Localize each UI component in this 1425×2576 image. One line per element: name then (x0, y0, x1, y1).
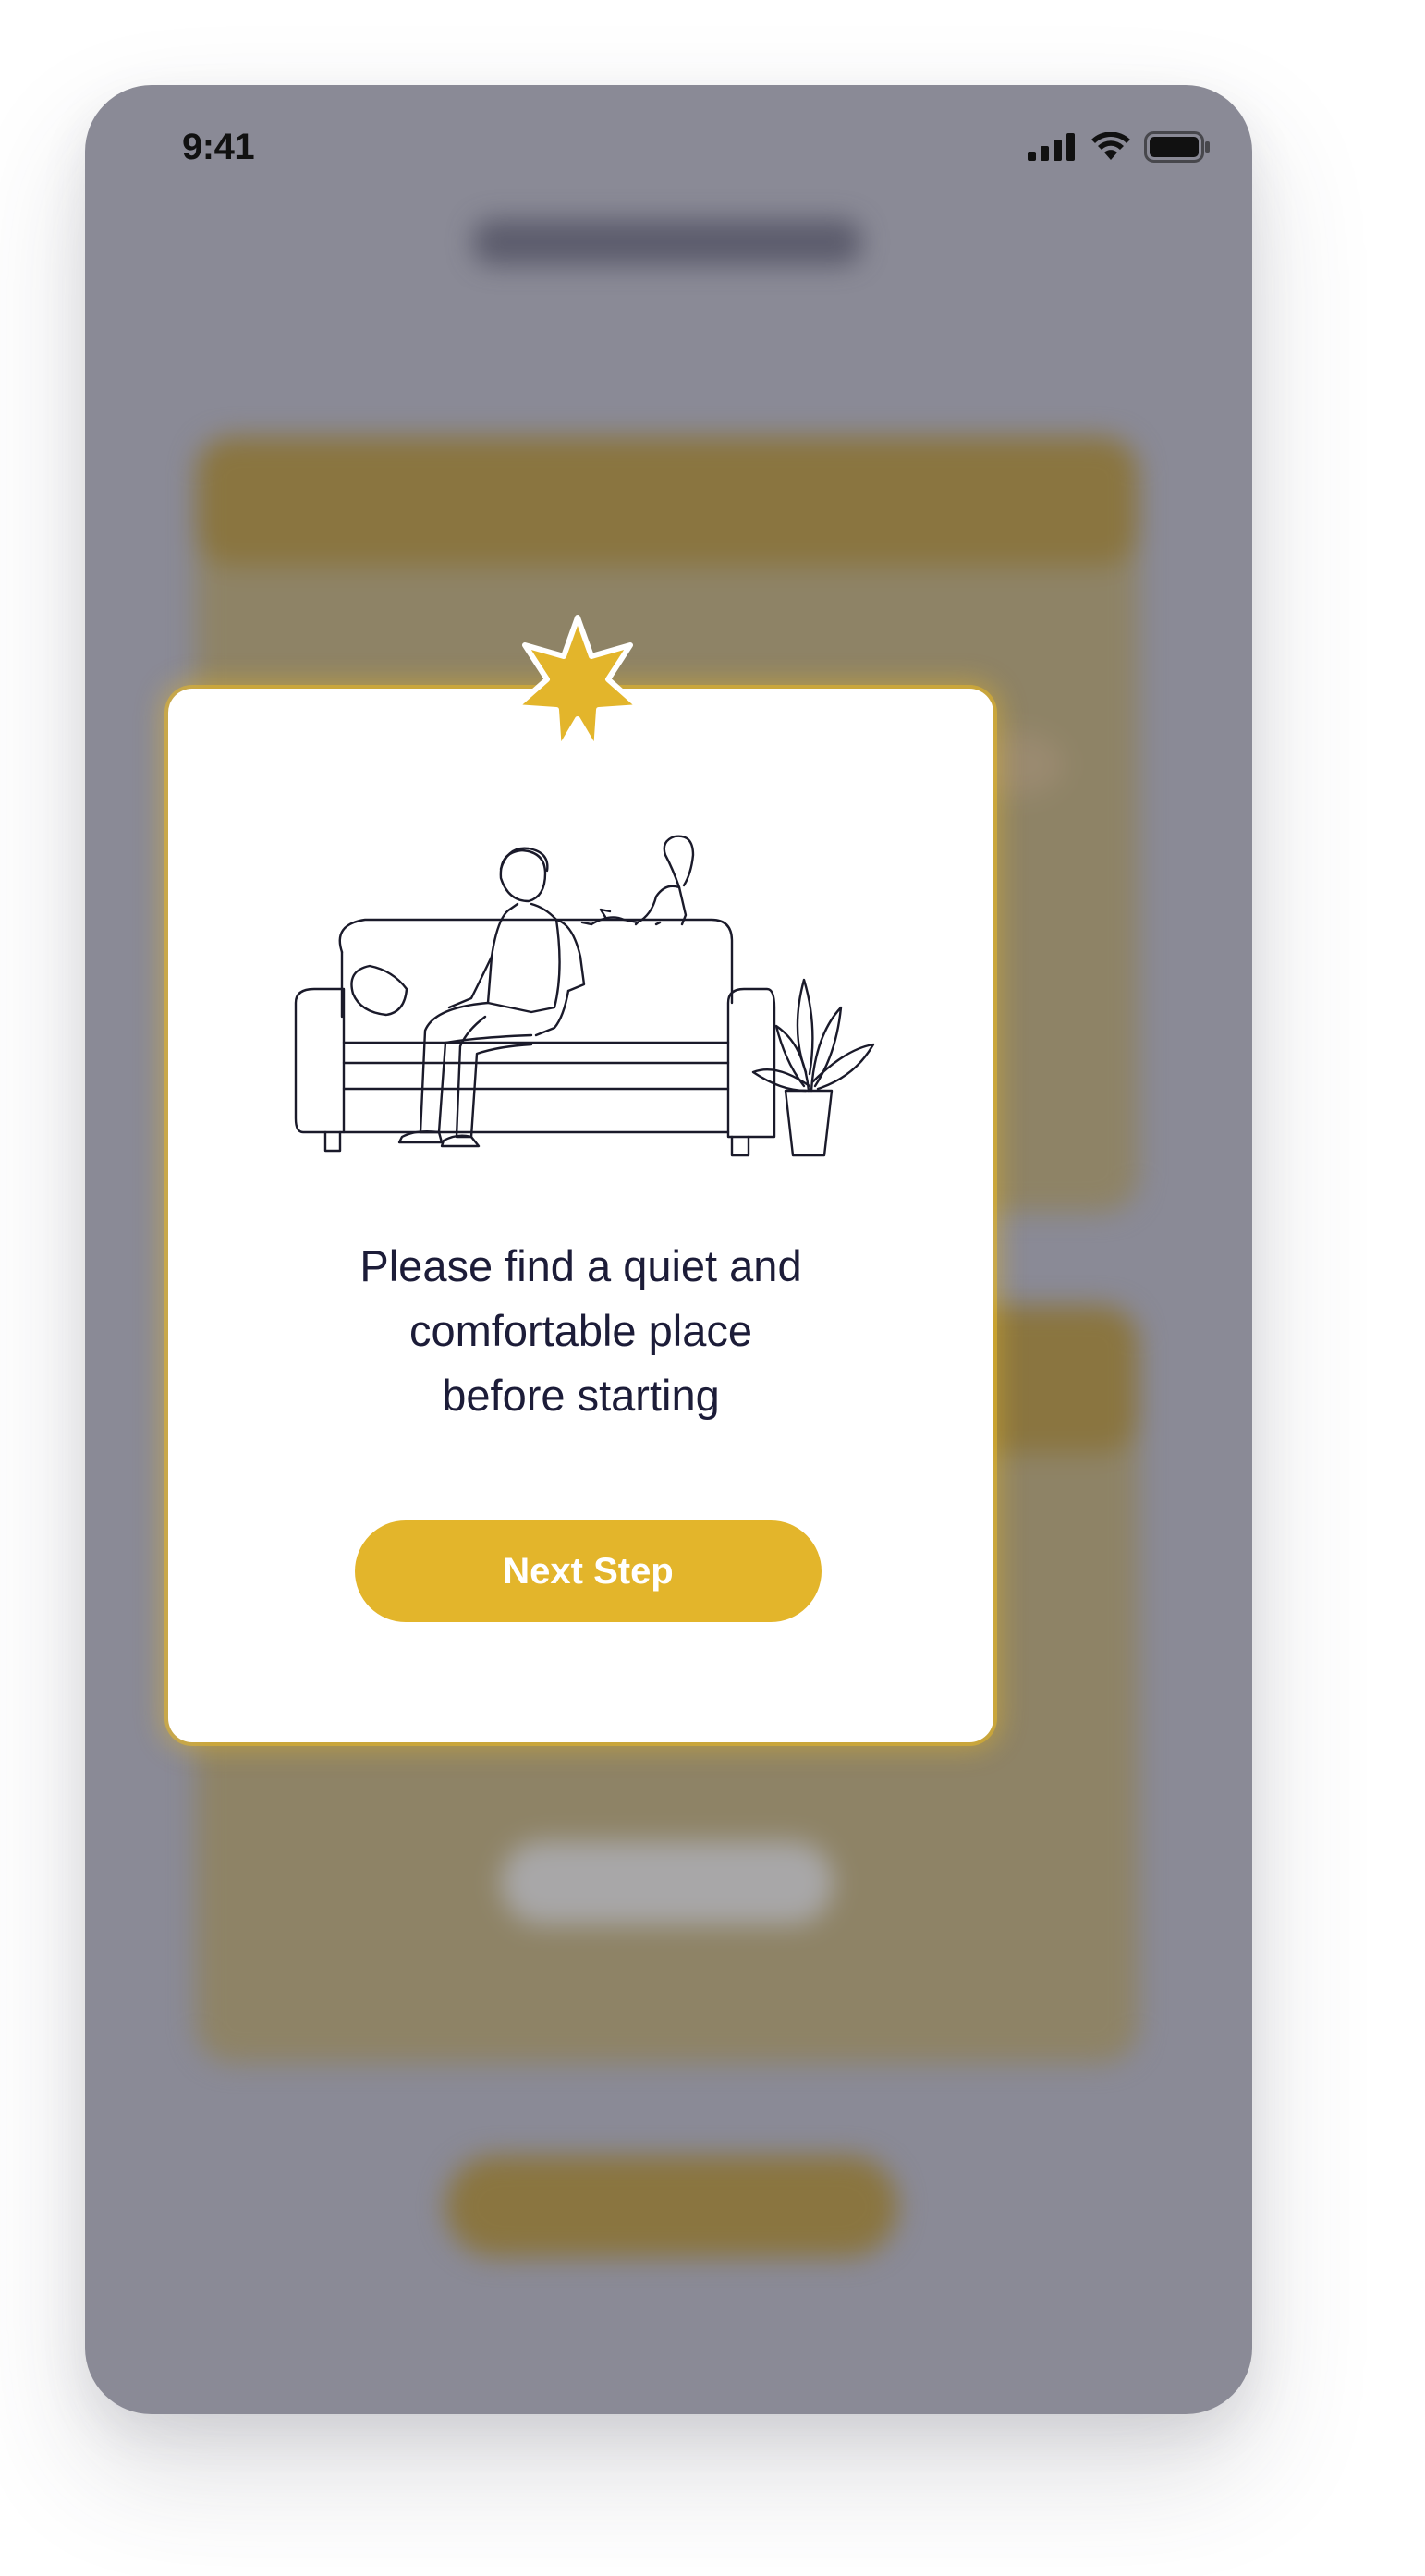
battery-icon (1144, 131, 1210, 163)
status-time: 9:41 (182, 127, 255, 167)
blurred-card-header (196, 436, 1139, 566)
modal-dialog: Please find a quiet and comfortable plac… (168, 689, 993, 1742)
status-icons (1028, 131, 1211, 163)
page-canvas: 9:41 Please find a quiet and comfortable… (0, 0, 1425, 2576)
status-bar: 9:41 (85, 85, 1252, 205)
blurred-pill (501, 1841, 834, 1924)
modal-message: Please find a quiet and comfortable plac… (359, 1241, 802, 1420)
blurred-screen-title (473, 219, 861, 265)
blurred-bottom-button (445, 2155, 898, 2257)
next-step-button[interactable]: Next Step (355, 1520, 822, 1622)
person-on-sofa-with-cat-and-plant-illustration (294, 835, 875, 1157)
cellular-signal-icon (1028, 133, 1075, 161)
star-burst-icon (513, 615, 642, 753)
wifi-icon (1091, 132, 1130, 160)
